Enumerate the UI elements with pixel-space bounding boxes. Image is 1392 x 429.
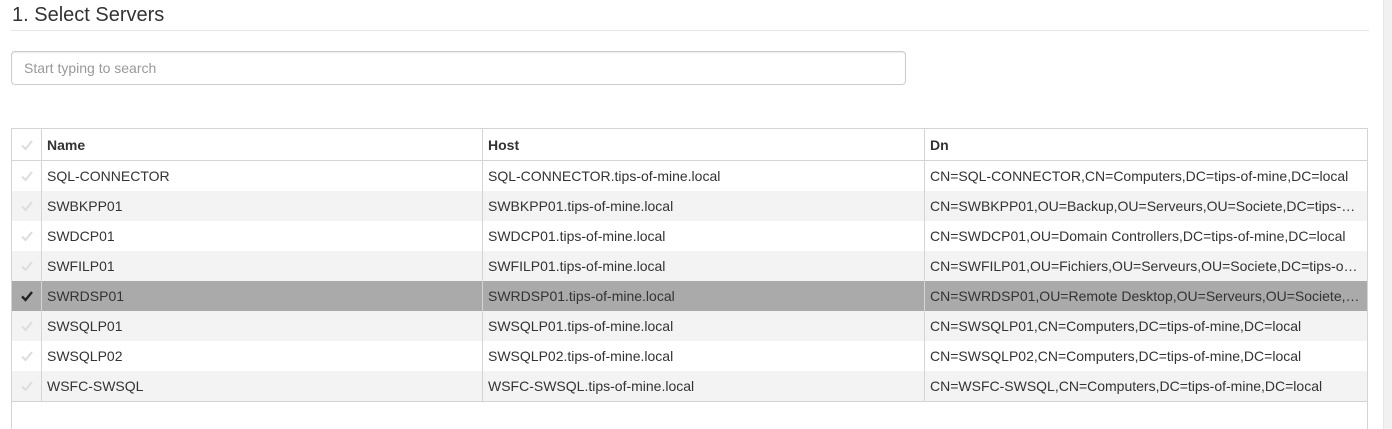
row-checkbox[interactable] [12,341,42,371]
servers-grid: Name Host Dn SQL-CONNECTOR SQL-CONNECTOR… [11,128,1368,429]
grid-header: Name Host Dn [12,129,1367,161]
cell-name: SWSQLP02 [42,341,483,371]
page-scrollbar[interactable] [1383,0,1392,429]
cell-host: SWDCP01.tips-of-mine.local [483,221,925,251]
cell-dn-text: CN=SWDCP01,OU=Domain Controllers,DC=tips… [930,228,1346,244]
check-icon [20,321,33,332]
check-icon [20,291,33,302]
check-icon [20,381,33,392]
cell-dn-text: CN=SWSQLP01,CN=Computers,DC=tips-of-mine… [930,318,1302,334]
cell-name: SWDCP01 [42,221,483,251]
row-checkbox[interactable] [12,161,42,191]
cell-dn-text: CN=SWSQLP02,CN=Computers,DC=tips-of-mine… [930,348,1302,364]
cell-host-text: SWBKPP01.tips-of-mine.local [488,198,674,214]
check-icon [20,231,33,242]
cell-name-text: SWRDSP01 [47,288,125,304]
grid-body: SQL-CONNECTOR SQL-CONNECTOR.tips-of-mine… [12,161,1367,401]
cell-dn: CN=SWDCP01,OU=Domain Controllers,DC=tips… [925,221,1367,251]
cell-host: SWRDSP01.tips-of-mine.local [483,281,925,311]
cell-dn: CN=SWSQLP01,CN=Computers,DC=tips-of-mine… [925,311,1367,341]
column-header-label: Dn [930,136,949,153]
cell-name: WSFC-SWSQL [42,371,483,401]
cell-name-text: SWBKPP01 [47,198,123,214]
cell-name: SWBKPP01 [42,191,483,221]
cell-host-text: SWRDSP01.tips-of-mine.local [488,288,675,304]
row-checkbox[interactable] [12,281,42,311]
cell-host: SWFILP01.tips-of-mine.local [483,251,925,281]
grid-empty-area [12,401,1367,429]
cell-host-text: WSFC-SWSQL.tips-of-mine.local [488,378,695,394]
cell-name-text: SWSQLP01 [47,318,123,334]
cell-dn-text: CN=WSFC-SWSQL,CN=Computers,DC=tips-of-mi… [930,378,1323,394]
column-header-dn[interactable]: Dn [925,129,1367,160]
select-servers-page: 1. Select Servers Name Host Dn SQL-CONNE… [0,0,1392,429]
cell-dn: CN=SQL-CONNECTOR,CN=Computers,DC=tips-of… [925,161,1367,191]
cell-dn: CN=SWRDSP01,OU=Remote Desktop,OU=Serveur… [925,281,1367,311]
section-title: 1. Select Servers [12,4,165,26]
cell-name-text: SWSQLP02 [47,348,123,364]
cell-host: SWSQLP02.tips-of-mine.local [483,341,925,371]
table-row[interactable]: WSFC-SWSQL WSFC-SWSQL.tips-of-mine.local… [12,371,1367,401]
row-checkbox[interactable] [12,221,42,251]
cell-host-text: SQL-CONNECTOR.tips-of-mine.local [488,168,721,184]
cell-name-text: SWDCP01 [47,228,115,244]
cell-name: SWRDSP01 [42,281,483,311]
cell-host-text: SWFILP01.tips-of-mine.local [488,258,666,274]
check-icon [20,201,33,212]
cell-dn-text: CN=SWFILP01,OU=Fichiers,OU=Serveurs,OU=S… [930,258,1361,274]
cell-dn: CN=SWSQLP02,CN=Computers,DC=tips-of-mine… [925,341,1367,371]
column-header-label: Name [47,136,86,153]
cell-host-text: SWSQLP01.tips-of-mine.local [488,318,674,334]
check-icon [20,261,33,272]
cell-host: SWBKPP01.tips-of-mine.local [483,191,925,221]
search-input[interactable] [11,51,906,85]
cell-dn-text: CN=SWBKPP01,OU=Backup,OU=Serveurs,OU=Soc… [930,198,1361,214]
check-icon [20,351,33,362]
cell-host: WSFC-SWSQL.tips-of-mine.local [483,371,925,401]
table-row[interactable]: SWBKPP01 SWBKPP01.tips-of-mine.local CN=… [12,191,1367,221]
check-icon [20,171,33,182]
select-all-checkbox[interactable] [12,129,42,160]
row-checkbox[interactable] [12,191,42,221]
title-divider [11,30,1369,31]
table-row[interactable]: SWFILP01 SWFILP01.tips-of-mine.local CN=… [12,251,1367,281]
table-row[interactable]: SWSQLP01 SWSQLP01.tips-of-mine.local CN=… [12,311,1367,341]
row-checkbox[interactable] [12,371,42,401]
cell-name-text: WSFC-SWSQL [47,378,144,394]
cell-name: SWFILP01 [42,251,483,281]
table-row[interactable]: SQL-CONNECTOR SQL-CONNECTOR.tips-of-mine… [12,161,1367,191]
column-header-label: Host [488,136,520,153]
cell-dn: CN=SWBKPP01,OU=Backup,OU=Serveurs,OU=Soc… [925,191,1367,221]
cell-dn: CN=WSFC-SWSQL,CN=Computers,DC=tips-of-mi… [925,371,1367,401]
table-row[interactable]: SWSQLP02 SWSQLP02.tips-of-mine.local CN=… [12,341,1367,371]
row-checkbox[interactable] [12,311,42,341]
cell-dn-text: CN=SQL-CONNECTOR,CN=Computers,DC=tips-of… [930,168,1349,184]
cell-host-text: SWDCP01.tips-of-mine.local [488,228,666,244]
cell-name-text: SWFILP01 [47,258,115,274]
cell-name-text: SQL-CONNECTOR [47,168,170,184]
column-header-name[interactable]: Name [42,129,483,160]
cell-dn-text: CN=SWRDSP01,OU=Remote Desktop,OU=Serveur… [930,288,1361,304]
cell-name: SWSQLP01 [42,311,483,341]
column-header-host[interactable]: Host [483,129,925,160]
table-row[interactable]: SWDCP01 SWDCP01.tips-of-mine.local CN=SW… [12,221,1367,251]
cell-host: SWSQLP01.tips-of-mine.local [483,311,925,341]
row-checkbox[interactable] [12,251,42,281]
table-row[interactable]: SWRDSP01 SWRDSP01.tips-of-mine.local CN=… [12,281,1367,311]
check-icon [20,139,33,150]
cell-host: SQL-CONNECTOR.tips-of-mine.local [483,161,925,191]
cell-host-text: SWSQLP02.tips-of-mine.local [488,348,674,364]
cell-name: SQL-CONNECTOR [42,161,483,191]
cell-dn: CN=SWFILP01,OU=Fichiers,OU=Serveurs,OU=S… [925,251,1367,281]
